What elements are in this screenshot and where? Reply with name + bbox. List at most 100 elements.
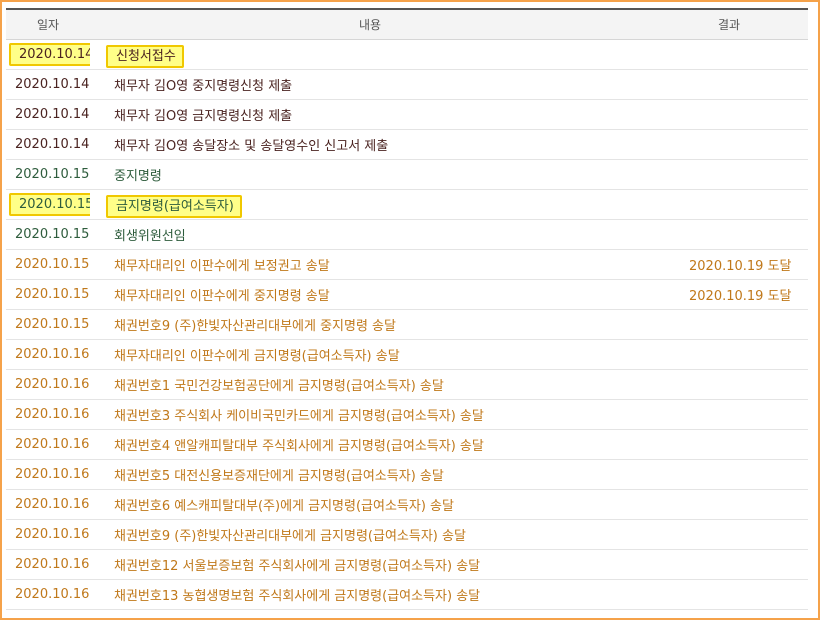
row-result-cell — [650, 549, 808, 580]
row-content-cell: 채무자 김O영 금지명령신청 제출 — [90, 99, 650, 130]
row-date: 2020.10.15 — [15, 227, 90, 242]
row-date: 2020.10.16 — [15, 437, 90, 452]
table-body: 2020.10.14 신청서접수 2020.10.14 채무자 김O영 중지명령신청 … — [6, 39, 808, 610]
table-row: 2020.10.15 금지명령(급여소득자) — [6, 189, 808, 220]
table-row: 2020.10.16 채권번호3 주식회사 케이비국민카드에게 금지명령(급여소득… — [6, 399, 808, 430]
row-content: 채무자 김O영 중지명령신청 제출 — [114, 79, 293, 94]
row-result-cell — [650, 309, 808, 340]
row-content-cell: 채권번호1 국민건강보험공단에게 금지명령(급여소득자) 송달 — [90, 369, 650, 400]
row-date: 2020.10.16 — [15, 557, 90, 572]
row-date-cell: 2020.10.16 — [6, 549, 90, 580]
row-date: 2020.10.14 — [15, 137, 90, 152]
row-date-cell: 2020.10.15 — [6, 249, 90, 280]
table-row: 2020.10.15 중지명령 — [6, 159, 808, 190]
table-row: 2020.10.16 채권번호12 서울보증보험 주식회사에게 금지명령(급여소득… — [6, 549, 808, 580]
row-date-cell: 2020.10.15 — [6, 279, 90, 310]
row-content-cell: 중지명령 — [90, 159, 650, 190]
row-date-cell: 2020.10.14 — [6, 69, 90, 100]
row-content-cell: 채무자대리인 이판수에게 보정권고 송달 — [90, 249, 650, 280]
row-date-cell: 2020.10.16 — [6, 429, 90, 460]
row-date-cell: 2020.10.15 — [6, 309, 90, 340]
table-header: 일자 내용 결과 — [6, 8, 808, 40]
row-content-cell: 채권번호9 (주)한빛자산관리대부에게 금지명령(급여소득자) 송달 — [90, 519, 650, 550]
header-date: 일자 — [6, 8, 90, 40]
row-date: 2020.10.16 — [15, 377, 90, 392]
row-content: 채권번호6 예스캐피탈대부(주)에게 금지명령(급여소득자) 송달 — [114, 499, 454, 514]
table-row: 2020.10.16 채권번호4 앤알캐피탈대부 주식회사에게 금지명령(급여소득… — [6, 429, 808, 460]
table-row: 2020.10.16 채권번호1 국민건강보험공단에게 금지명령(급여소득자) 송… — [6, 369, 808, 400]
table-row: 2020.10.14 채무자 김O영 송달장소 및 송달영수인 신고서 제출 — [6, 129, 808, 160]
row-content-cell: 채무자대리인 이판수에게 금지명령(급여소득자) 송달 — [90, 339, 650, 370]
row-content: 금지명령(급여소득자) — [106, 195, 242, 218]
row-content-cell: 채권번호4 앤알캐피탈대부 주식회사에게 금지명령(급여소득자) 송달 — [90, 429, 650, 460]
row-date-cell: 2020.10.15 — [6, 189, 90, 220]
row-result-cell — [650, 369, 808, 400]
row-result-cell — [650, 219, 808, 250]
row-content: 신청서접수 — [106, 45, 184, 68]
table-row: 2020.10.16 채권번호13 농협생명보험 주식회사에게 금지명령(급여소득… — [6, 579, 808, 610]
row-content-cell: 채권번호13 농협생명보험 주식회사에게 금지명령(급여소득자) 송달 — [90, 579, 650, 610]
row-content: 채권번호1 국민건강보험공단에게 금지명령(급여소득자) 송달 — [114, 379, 444, 394]
row-result: 2020.10.19 도달 — [689, 289, 792, 304]
header-content: 내용 — [90, 8, 650, 40]
row-date: 2020.10.16 — [15, 467, 90, 482]
row-result-cell — [650, 519, 808, 550]
case-progress-table-container: 일자 내용 결과 2020.10.14 신청서접수 2020.10.14 채무자 김O… — [6, 8, 808, 610]
row-content: 채권번호12 서울보증보험 주식회사에게 금지명령(급여소득자) 송달 — [114, 559, 481, 574]
table-row: 2020.10.15 채무자대리인 이판수에게 보정권고 송달 2020.10.19… — [6, 249, 808, 280]
row-content-cell: 채권번호9 (주)한빛자산관리대부에게 중지명령 송달 — [90, 309, 650, 340]
row-result-cell — [650, 159, 808, 190]
row-date-cell: 2020.10.16 — [6, 369, 90, 400]
row-date: 2020.10.15 — [15, 257, 90, 272]
table-row: 2020.10.16 채권번호9 (주)한빛자산관리대부에게 금지명령(급여소득자… — [6, 519, 808, 550]
row-result-cell — [650, 99, 808, 130]
row-date: 2020.10.14 — [15, 77, 90, 92]
row-content-cell: 신청서접수 — [90, 39, 650, 70]
table-row: 2020.10.16 채무자대리인 이판수에게 금지명령(급여소득자) 송달 — [6, 339, 808, 370]
row-result-cell — [650, 429, 808, 460]
row-result-cell — [650, 399, 808, 430]
row-content: 채무자 김O영 금지명령신청 제출 — [114, 109, 293, 124]
row-result-cell — [650, 39, 808, 70]
row-content: 채권번호3 주식회사 케이비국민카드에게 금지명령(급여소득자) 송달 — [114, 409, 484, 424]
row-date: 2020.10.14 — [15, 107, 90, 122]
row-result-cell — [650, 339, 808, 370]
table-row: 2020.10.14 채무자 김O영 금지명령신청 제출 — [6, 99, 808, 130]
row-content-cell: 채권번호5 대전신용보증재단에게 금지명령(급여소득자) 송달 — [90, 459, 650, 490]
row-date: 2020.10.16 — [15, 347, 90, 362]
row-content: 회생위원선임 — [114, 229, 186, 244]
table-row: 2020.10.16 채권번호6 예스캐피탈대부(주)에게 금지명령(급여소득자)… — [6, 489, 808, 520]
row-date-cell: 2020.10.16 — [6, 519, 90, 550]
row-result-cell — [650, 579, 808, 610]
row-date: 2020.10.15 — [15, 287, 90, 302]
table-row: 2020.10.15 채무자대리인 이판수에게 중지명령 송달 2020.10.19… — [6, 279, 808, 310]
row-content-cell: 회생위원선임 — [90, 219, 650, 250]
row-date: 2020.10.16 — [15, 527, 90, 542]
row-content-cell: 채권번호12 서울보증보험 주식회사에게 금지명령(급여소득자) 송달 — [90, 549, 650, 580]
row-date-cell: 2020.10.16 — [6, 459, 90, 490]
row-content: 채권번호4 앤알캐피탈대부 주식회사에게 금지명령(급여소득자) 송달 — [114, 439, 484, 454]
table-row: 2020.10.15 채권번호9 (주)한빛자산관리대부에게 중지명령 송달 — [6, 309, 808, 340]
case-progress-table: 일자 내용 결과 2020.10.14 신청서접수 2020.10.14 채무자 김O… — [6, 8, 808, 610]
row-date-cell: 2020.10.16 — [6, 489, 90, 520]
row-content: 채무자대리인 이판수에게 금지명령(급여소득자) 송달 — [114, 349, 400, 364]
row-content: 채무자대리인 이판수에게 보정권고 송달 — [114, 259, 330, 274]
row-date-cell: 2020.10.14 — [6, 39, 90, 70]
row-result-cell: 2020.10.19 도달 — [650, 279, 808, 310]
row-result-cell — [650, 69, 808, 100]
row-date-cell: 2020.10.14 — [6, 129, 90, 160]
header-result: 결과 — [650, 8, 808, 40]
row-result-cell — [650, 189, 808, 220]
table-row: 2020.10.15 회생위원선임 — [6, 219, 808, 250]
row-result-cell — [650, 129, 808, 160]
row-date: 2020.10.15 — [15, 317, 90, 332]
row-content: 채권번호9 (주)한빛자산관리대부에게 중지명령 송달 — [114, 319, 396, 334]
row-date-cell: 2020.10.15 — [6, 219, 90, 250]
header-row: 일자 내용 결과 — [6, 8, 808, 40]
row-date: 2020.10.15 — [9, 193, 90, 216]
row-content: 채권번호9 (주)한빛자산관리대부에게 금지명령(급여소득자) 송달 — [114, 529, 466, 544]
row-content: 채무자 김O영 송달장소 및 송달영수인 신고서 제출 — [114, 139, 389, 154]
row-content-cell: 채권번호6 예스캐피탈대부(주)에게 금지명령(급여소득자) 송달 — [90, 489, 650, 520]
row-result: 2020.10.19 도달 — [689, 259, 792, 274]
row-content-cell: 채무자 김O영 송달장소 및 송달영수인 신고서 제출 — [90, 129, 650, 160]
